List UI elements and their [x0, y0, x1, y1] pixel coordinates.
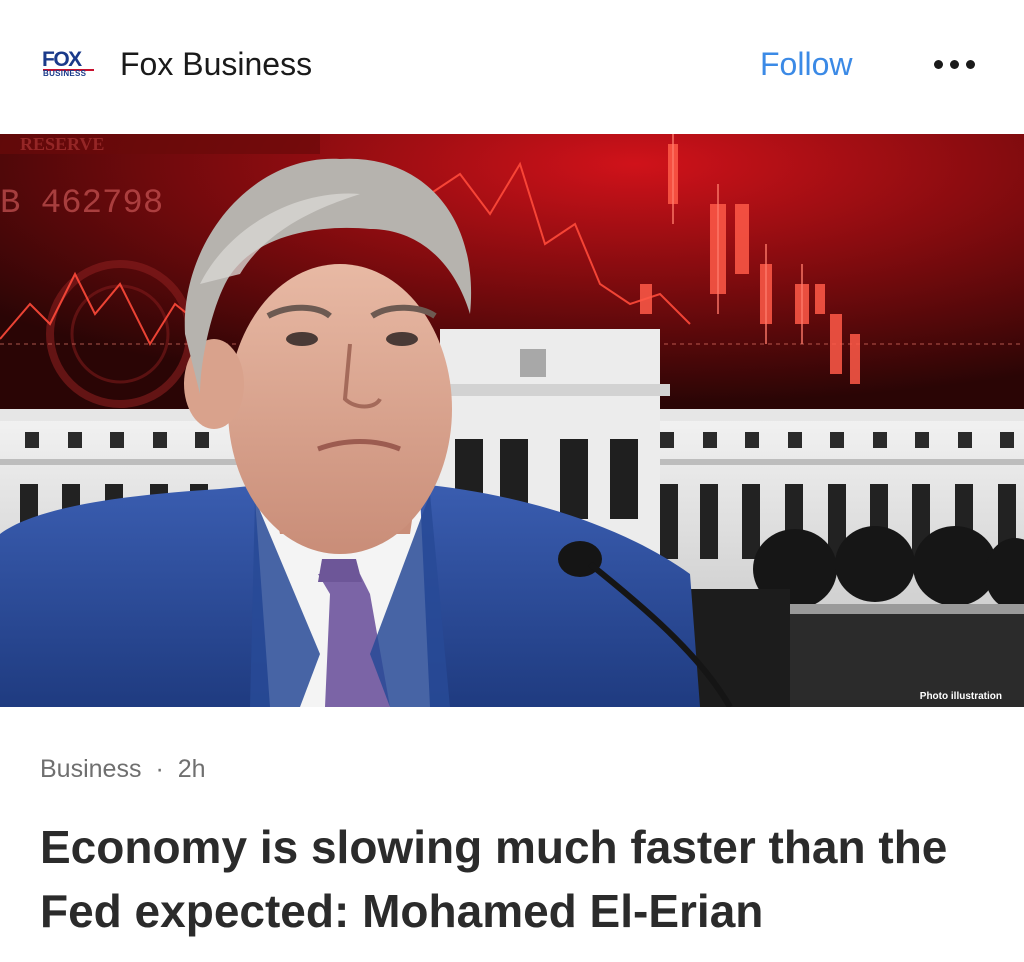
logo-business-text: BUSINESS: [43, 69, 87, 78]
hero-illustration: RESERVE B 462798: [0, 134, 1024, 707]
post-header: FOX BUSINESS Fox Business Follow: [0, 0, 1024, 134]
article-headline[interactable]: Economy is slowing much faster than the …: [40, 815, 990, 943]
eagle-emblem-icon: [520, 349, 546, 377]
article-hero-image[interactable]: RESERVE B 462798 Photo illustration: [0, 134, 1024, 707]
article-timestamp: 2h: [177, 755, 206, 783]
article-category[interactable]: Business: [40, 755, 141, 783]
more-options-icon[interactable]: [926, 52, 982, 76]
article-meta: Business · 2h: [40, 752, 206, 786]
reserve-text: RESERVE: [20, 134, 104, 154]
serial-number-text: B 462798: [0, 185, 163, 223]
logo-fox-text: FOX: [42, 48, 82, 71]
meta-separator: ·: [155, 755, 164, 783]
publisher-name[interactable]: Fox Business: [120, 44, 312, 84]
fox-business-logo[interactable]: FOX BUSINESS: [42, 48, 96, 80]
follow-button[interactable]: Follow: [760, 44, 852, 84]
photo-caption: Photo illustration: [919, 691, 1002, 702]
